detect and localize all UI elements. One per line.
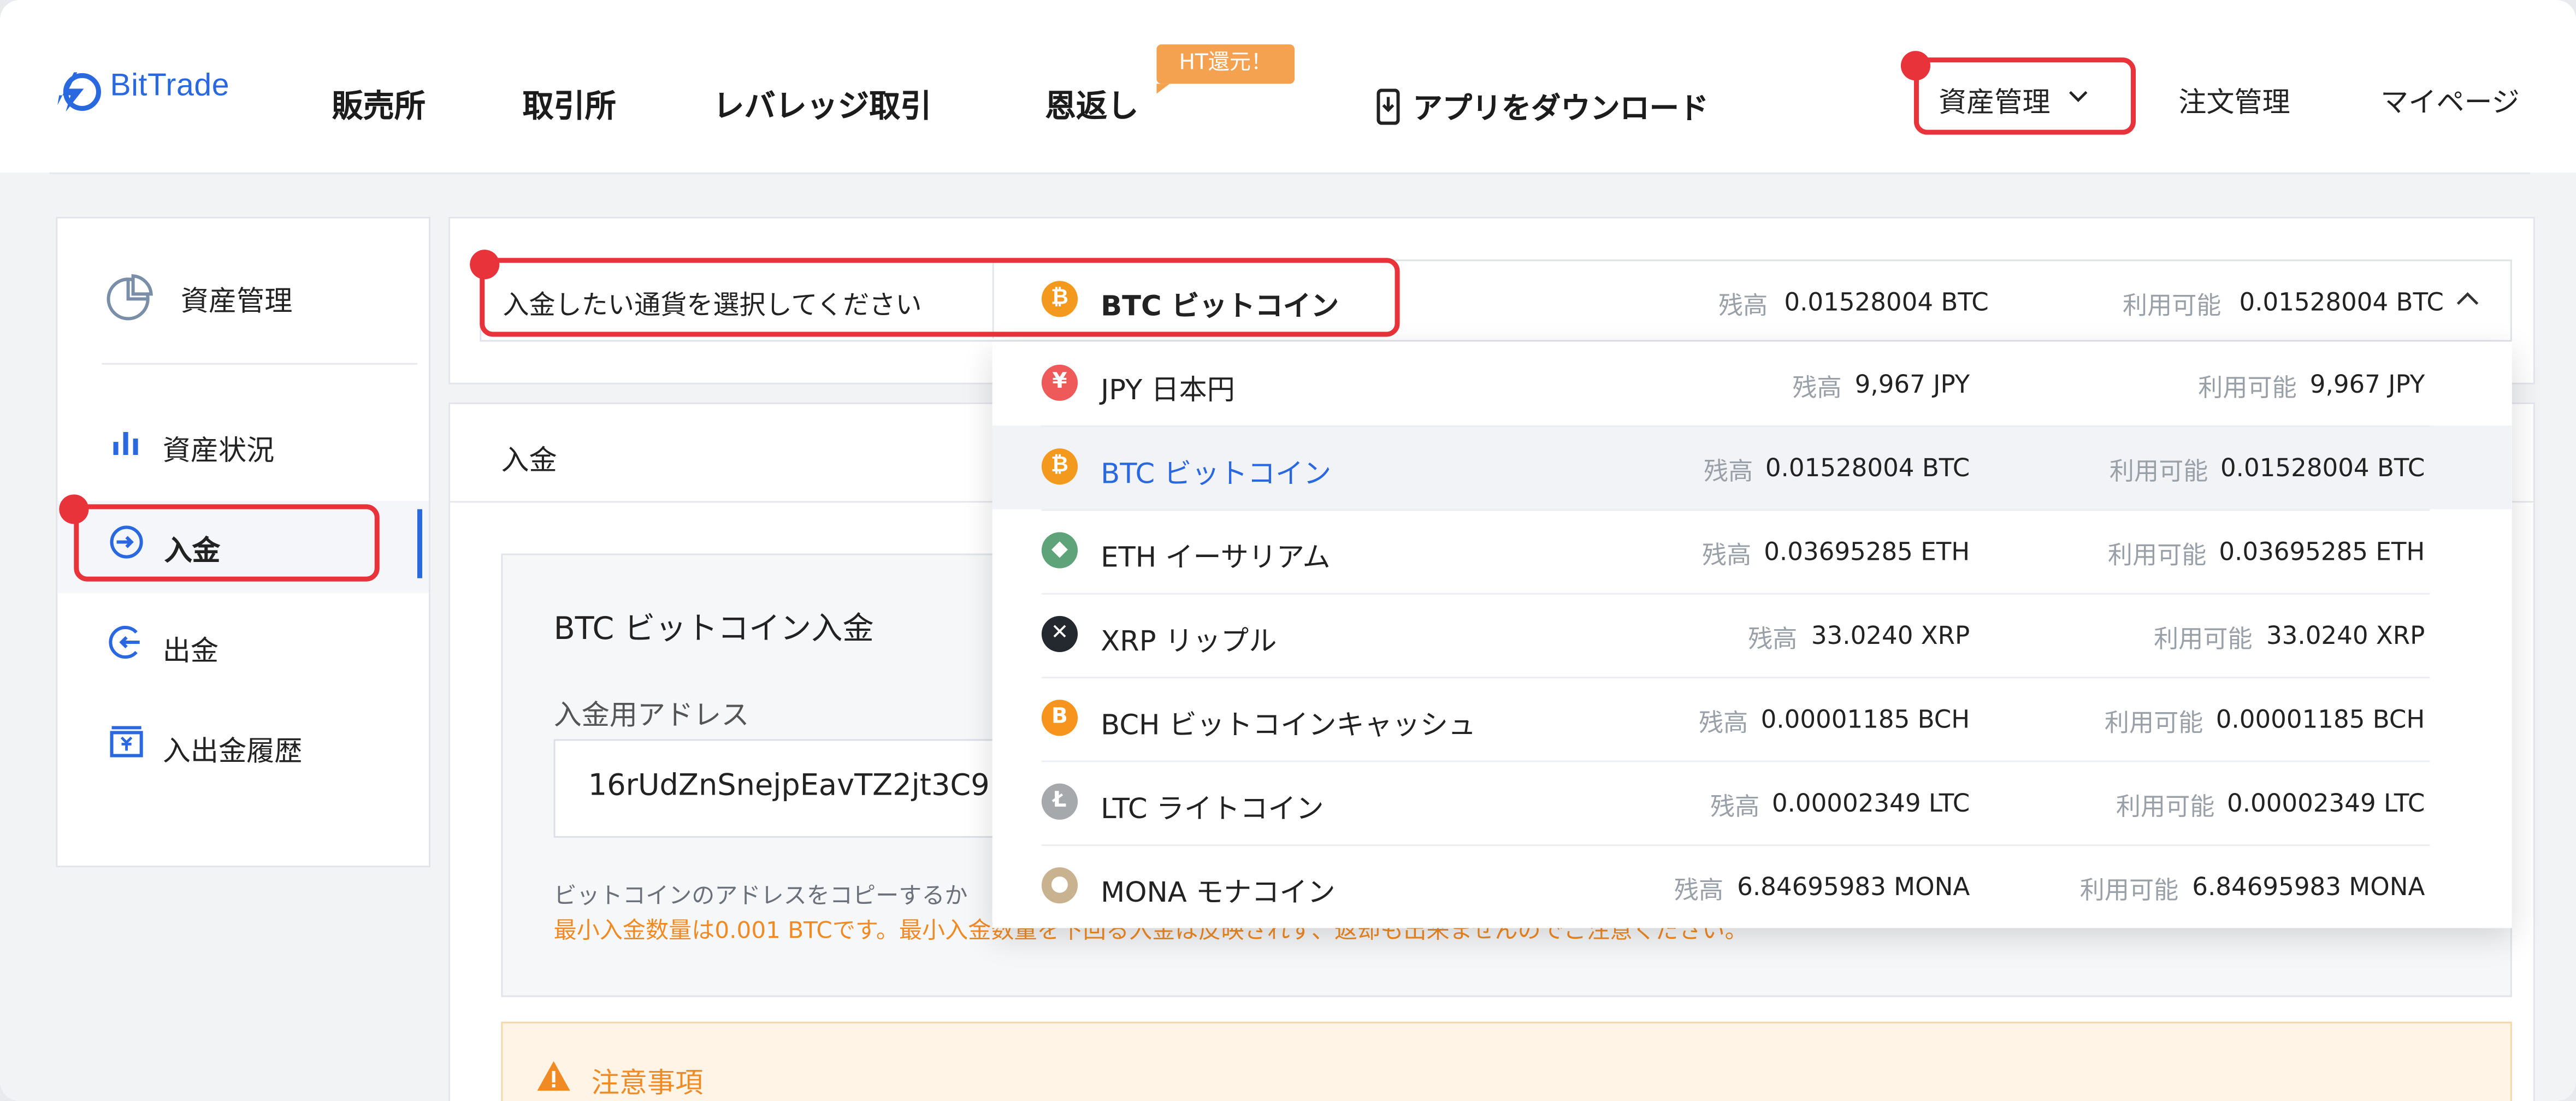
- brand-name[interactable]: BitTrade: [110, 69, 230, 105]
- bitcoin-cash-icon: B: [1041, 700, 1078, 736]
- nav-torihikisho[interactable]: 取引所: [522, 82, 616, 126]
- card-title: BTC ビットコイン入金: [553, 611, 874, 648]
- option-label: JPY 日本円: [1101, 374, 1235, 407]
- option-available-label: 利用可能: [2198, 372, 2297, 402]
- xrp-icon: ✕: [1041, 615, 1078, 653]
- page: BitTrade 販売所 取引所 レバレッジ取引 恩返し HT還元！ アプリをダ…: [0, 0, 2576, 1101]
- option-label: LTC ライトコイン: [1101, 793, 1324, 826]
- option-label: BCH ビットコインキャッシュ: [1101, 709, 1476, 743]
- option-available-label: 利用可能: [2079, 875, 2179, 905]
- option-available-value: 0.00001185 BCH: [2215, 705, 2425, 735]
- row-divider: [1041, 760, 2430, 762]
- option-available-label: 利用可能: [2107, 540, 2207, 570]
- app-download-link[interactable]: アプリをダウンロード: [1413, 85, 1709, 128]
- row-divider: [1041, 593, 2430, 595]
- monacoin-icon: ●: [1041, 867, 1078, 904]
- header-divider: [49, 172, 2530, 174]
- bar-chart-icon: [113, 432, 138, 455]
- highlight-marker: [1900, 51, 1931, 81]
- withdraw-icon: [109, 625, 140, 659]
- option-balance-value: 33.0240 XRP: [1811, 620, 1970, 651]
- nav-hanbaisho[interactable]: 販売所: [332, 82, 426, 126]
- notice-title: 注意事項: [591, 1068, 704, 1101]
- sidebar-item-deposit[interactable]: 入金: [164, 527, 220, 569]
- bitcoin-icon: ₿: [1041, 448, 1078, 485]
- sidebar-active-indicator: [417, 509, 422, 578]
- assets-menu[interactable]: 資産管理: [1939, 79, 2051, 120]
- row-divider: [1041, 425, 2430, 428]
- option-balance-value: 9,967 JPY: [1854, 369, 1970, 399]
- highlight-marker: [59, 494, 89, 524]
- phone-download-icon: [1376, 88, 1400, 125]
- deposit-icon: [110, 525, 143, 559]
- row-divider: [1041, 677, 2430, 679]
- option-label: MONA モナコイン: [1101, 877, 1336, 910]
- option-available-label: 利用可能: [2104, 708, 2203, 738]
- mypage-menu[interactable]: マイページ: [2380, 79, 2520, 120]
- sidebar-item-assets-status[interactable]: 資産状況: [163, 427, 275, 468]
- highlight-marker: [470, 250, 500, 280]
- available-label: 利用可能: [2122, 291, 2221, 321]
- available-value: 0.01528004 BTC: [2239, 287, 2444, 317]
- balance-label: 残高: [1718, 291, 1768, 321]
- option-balance-label: 残高: [1792, 372, 1842, 402]
- option-available-label: 利用可能: [2154, 624, 2253, 654]
- option-available-value: 0.00002349 LTC: [2226, 788, 2425, 818]
- option-available-label: 利用可能: [2116, 791, 2215, 821]
- option-balance-value: 6.84695983 MONA: [1737, 872, 1970, 902]
- row-divider: [1041, 844, 2430, 846]
- sidebar-item-history[interactable]: 入出金履歴: [163, 727, 303, 768]
- sidebar-title: 資産管理: [180, 286, 293, 319]
- copy-note: ビットコインのアドレスをコピーするか: [553, 884, 968, 910]
- selector-highlight: [480, 258, 1400, 337]
- litecoin-icon: Ł: [1041, 783, 1078, 820]
- option-available-value: 9,967 JPY: [2309, 369, 2425, 399]
- yen-icon: ¥: [1041, 364, 1078, 401]
- orders-menu[interactable]: 注文管理: [2178, 79, 2290, 120]
- ethereum-icon: ◆: [1041, 532, 1078, 569]
- balance-value: 0.01528004 BTC: [1784, 287, 1989, 317]
- notice-box: [501, 1021, 2512, 1101]
- pie-chart-icon: [107, 274, 153, 321]
- option-balance-label: 残高: [1710, 791, 1760, 821]
- option-balance-label: 残高: [1748, 624, 1798, 654]
- option-available-value: 33.0240 XRP: [2266, 620, 2425, 651]
- row-divider: [1041, 509, 2430, 511]
- option-available-value: 0.03695285 ETH: [2219, 537, 2425, 567]
- chevron-down-icon[interactable]: [2067, 88, 2090, 105]
- option-balance-label: 残高: [1701, 540, 1752, 570]
- option-label: BTC ビットコイン: [1101, 458, 1332, 492]
- option-label: XRP リップル: [1101, 625, 1277, 659]
- tab-deposit[interactable]: 入金: [501, 437, 557, 478]
- option-available-value: 0.01528004 BTC: [2220, 453, 2425, 483]
- screenshot-frame: BitTrade 販売所 取引所 レバレッジ取引 恩返し HT還元！ アプリをダ…: [0, 0, 2576, 1101]
- option-balance-value: 0.03695285 ETH: [1764, 537, 1970, 567]
- option-balance-value: 0.00002349 LTC: [1771, 788, 1970, 818]
- option-balance-label: 残高: [1703, 457, 1753, 487]
- address-label: 入金用アドレス: [553, 700, 749, 733]
- option-available-label: 利用可能: [2109, 457, 2208, 487]
- ht-reward-badge: HT還元！: [1156, 44, 1295, 94]
- option-available-value: 6.84695983 MONA: [2192, 872, 2425, 902]
- option-balance-value: 0.00001185 BCH: [1760, 705, 1970, 735]
- history-icon: [110, 726, 143, 757]
- sidebar-divider: [102, 363, 417, 365]
- nav-leverage[interactable]: レバレッジ取引: [713, 82, 931, 126]
- deposit-address[interactable]: 16rUdZnSnejpEavTZ2jt3C9: [588, 769, 990, 803]
- chevron-up-icon[interactable]: [2455, 289, 2481, 309]
- option-balance-label: 残高: [1698, 708, 1748, 738]
- option-label: ETH イーサリアム: [1101, 542, 1331, 575]
- nav-ongaeshi[interactable]: 恩返し: [1045, 82, 1138, 126]
- option-balance-value: 0.01528004 BTC: [1765, 453, 1970, 483]
- bittrade-logo-icon[interactable]: [51, 66, 103, 115]
- sidebar-item-withdraw[interactable]: 出金: [163, 628, 218, 668]
- warning-icon: [537, 1061, 570, 1091]
- option-balance-label: 残高: [1674, 875, 1724, 905]
